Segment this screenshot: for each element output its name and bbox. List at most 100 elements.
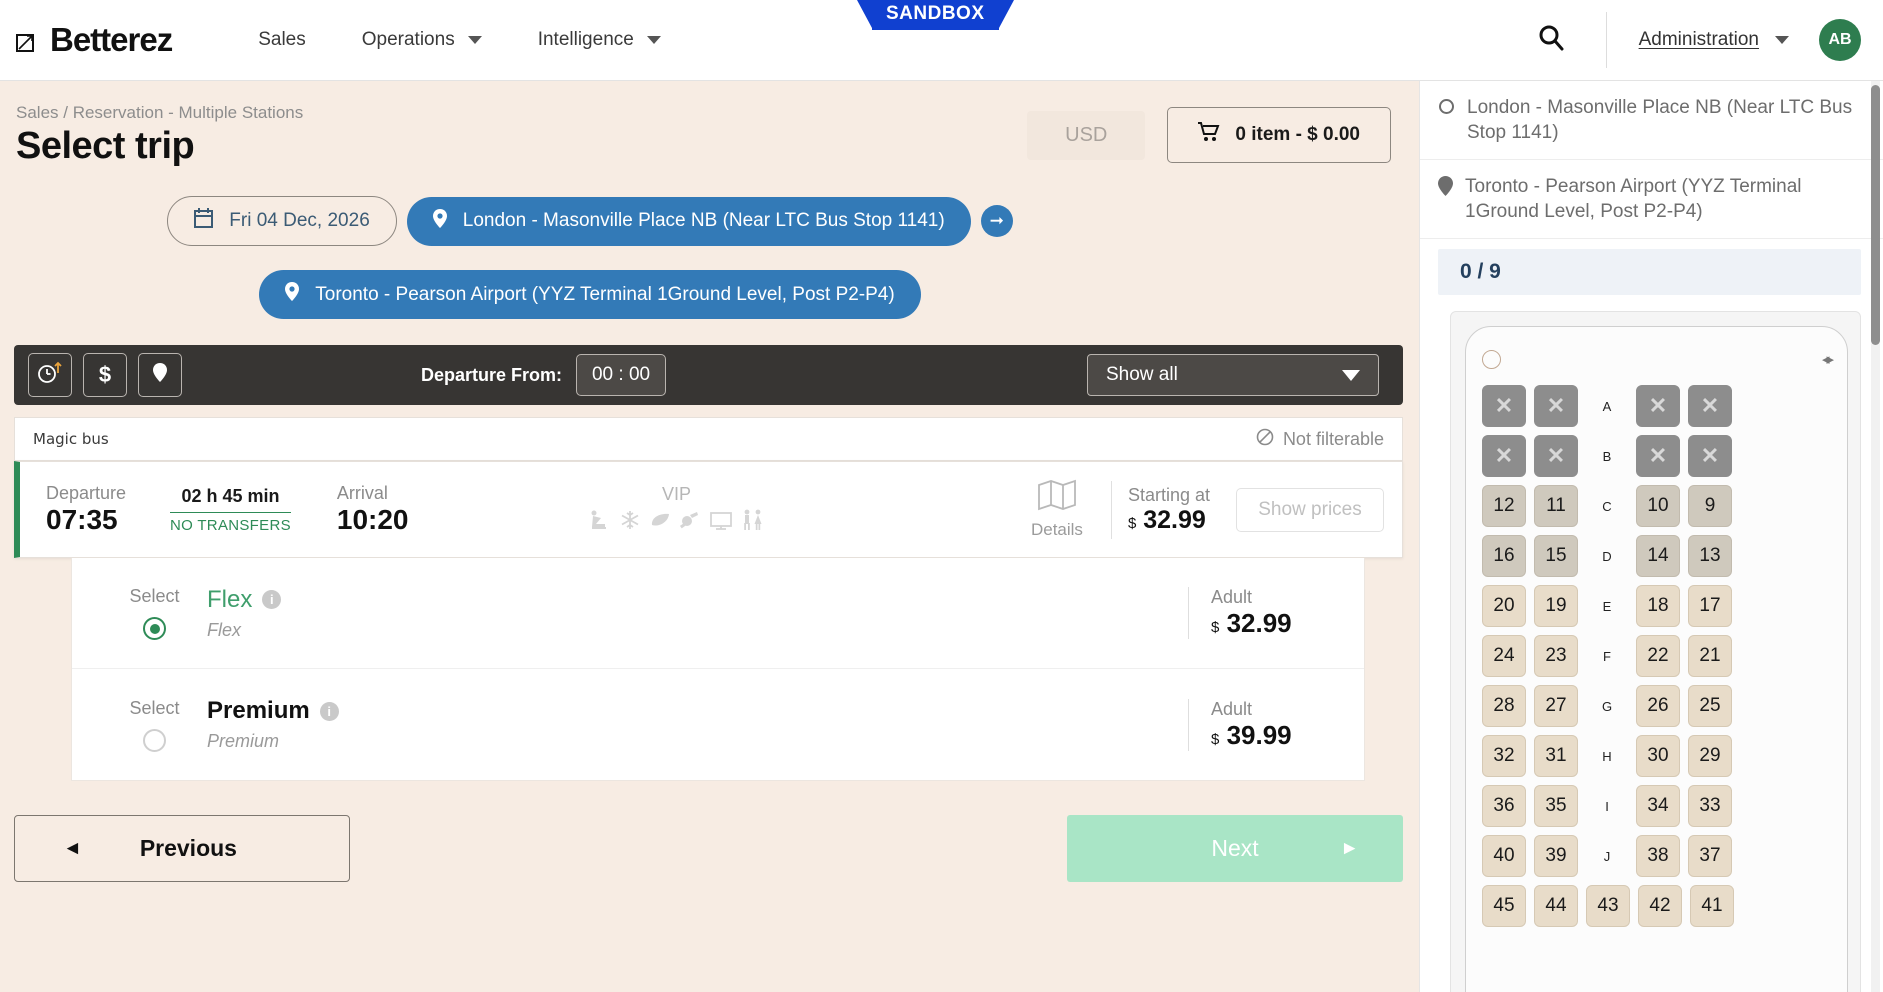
seat-row-letter: I: [1605, 798, 1609, 814]
details-button[interactable]: Details: [1011, 479, 1103, 540]
fare-select-cell: Select: [102, 586, 207, 640]
seat[interactable]: 18: [1636, 585, 1680, 628]
shopping-cart-icon: [1198, 122, 1220, 148]
search-button[interactable]: [1496, 23, 1606, 58]
amenities-block: VIP: [589, 484, 765, 536]
price-amount: 39.99: [1226, 719, 1292, 750]
avatar-initials: AB: [1828, 31, 1852, 48]
seat[interactable]: 40: [1482, 835, 1526, 878]
seat[interactable]: 37: [1688, 835, 1732, 878]
seat[interactable]: 44: [1534, 885, 1578, 928]
fare-price-cell-premium: Adult $ 39.99: [1188, 698, 1338, 751]
destination-station-row[interactable]: Toronto - Pearson Airport (YYZ Terminal …: [1420, 160, 1883, 240]
seat-row: 24 23 F 22 21: [1482, 635, 1831, 678]
info-icon[interactable]: i: [319, 701, 339, 721]
account-menu[interactable]: Administration: [1607, 29, 1819, 51]
seat[interactable]: 19: [1534, 585, 1578, 628]
map-pin-icon: [285, 282, 300, 307]
seat[interactable]: 21: [1688, 635, 1732, 678]
seat-row: 36 35 I 34 33: [1482, 785, 1831, 828]
chevron-down-icon: [467, 36, 482, 44]
seat[interactable]: 25: [1688, 685, 1732, 728]
restroom-icon: [741, 509, 765, 536]
seat[interactable]: 31: [1534, 735, 1578, 778]
info-icon[interactable]: i: [262, 590, 282, 609]
departure-block: Departure 07:35: [46, 483, 126, 536]
seat[interactable]: 29: [1688, 735, 1732, 778]
chevron-down-icon: [1342, 369, 1360, 381]
fare-price: $ 32.99: [1211, 608, 1338, 639]
seat[interactable]: 43: [1586, 885, 1630, 928]
departure-from-input[interactable]: 00 : 00: [576, 354, 667, 396]
seat[interactable]: 13: [1688, 535, 1732, 578]
cart-button[interactable]: 0 item - $ 0.00: [1167, 107, 1391, 163]
seat[interactable]: 42: [1638, 885, 1682, 928]
seat[interactable]: 45: [1482, 885, 1526, 928]
seat-row: 45 44 43 42 41: [1482, 885, 1831, 928]
fare-row-premium[interactable]: Select Premium i Premium Adult $ 39.99: [72, 669, 1364, 780]
seat[interactable]: 28: [1482, 685, 1526, 728]
seat[interactable]: 34: [1636, 785, 1680, 828]
panel-scrollbar-thumb[interactable]: [1871, 85, 1880, 345]
seat[interactable]: 10: [1636, 485, 1680, 528]
destination-pill[interactable]: Toronto - Pearson Airport (YYZ Terminal …: [259, 270, 921, 319]
seat[interactable]: 32: [1482, 735, 1526, 778]
seat[interactable]: 16: [1482, 535, 1526, 578]
sort-by-location-button[interactable]: [138, 353, 182, 397]
seat[interactable]: 41: [1690, 885, 1734, 928]
nav-item-intelligence[interactable]: Intelligence: [510, 29, 689, 51]
seat-blocked: ✕: [1482, 385, 1526, 428]
nav-item-label: Sales: [258, 29, 306, 50]
seat[interactable]: 14: [1636, 535, 1680, 578]
steering-wheel-icon: [1482, 349, 1501, 369]
seat[interactable]: 23: [1534, 635, 1578, 678]
map-pin-icon: [1438, 174, 1453, 224]
tv-monitor-icon: [709, 509, 733, 536]
seat[interactable]: 38: [1636, 835, 1680, 878]
date-pill[interactable]: Fri 04 Dec, 2026: [167, 196, 397, 246]
seat[interactable]: 24: [1482, 635, 1526, 678]
currency-symbol: $: [1211, 730, 1220, 748]
previous-label: Previous: [139, 835, 237, 861]
origin-pill[interactable]: London - Masonville Place NB (Near LTC B…: [406, 196, 971, 246]
seat[interactable]: 20: [1482, 585, 1526, 628]
filter-toolbar: $ Departure From: 00 : 00 Show all: [14, 345, 1403, 405]
seat[interactable]: 12: [1482, 485, 1526, 528]
show-all-value: Show all: [1106, 364, 1178, 385]
seat-row: 20 19 E 18 17: [1482, 585, 1831, 628]
next-button[interactable]: Next ►: [1067, 815, 1403, 882]
vip-label: VIP: [662, 483, 692, 504]
trip-summary-row[interactable]: Departure 07:35 02 h 45 min NO TRANSFERS…: [14, 461, 1403, 558]
show-prices-button[interactable]: Show prices: [1236, 487, 1384, 532]
seat[interactable]: 35: [1534, 785, 1578, 828]
seat[interactable]: 9: [1688, 485, 1732, 528]
seat[interactable]: 27: [1534, 685, 1578, 728]
show-all-dropdown[interactable]: Show all: [1087, 354, 1379, 396]
currency-selector[interactable]: USD: [1027, 110, 1146, 160]
seat[interactable]: 17: [1688, 585, 1732, 628]
seat[interactable]: 39: [1534, 835, 1578, 878]
nav-item-operations[interactable]: Operations: [334, 29, 510, 51]
starting-at-label: Starting at: [1127, 484, 1210, 505]
nav-item-sales[interactable]: Sales: [230, 29, 334, 51]
seat[interactable]: 11: [1534, 485, 1578, 528]
avatar[interactable]: AB: [1819, 19, 1861, 61]
seat[interactable]: 15: [1534, 535, 1578, 578]
fare-row-flex[interactable]: Select Flex i Flex Adult $ 32.99: [72, 558, 1364, 669]
fare-radio-premium[interactable]: [143, 728, 166, 752]
sort-by-time-button[interactable]: [28, 353, 72, 397]
seat[interactable]: 26: [1636, 685, 1680, 728]
sort-by-price-button[interactable]: $: [83, 353, 127, 397]
seat[interactable]: 30: [1636, 735, 1680, 778]
seat[interactable]: 22: [1636, 635, 1680, 678]
seat[interactable]: 36: [1482, 785, 1526, 828]
origin-station-row[interactable]: London - Masonville Place NB (Near LTC B…: [1420, 81, 1883, 161]
previous-button[interactable]: ◄ Previous: [14, 815, 350, 882]
fare-name-label: Flex: [207, 585, 253, 613]
trip-side-panel: London - Masonville Place NB (Near LTC B…: [1419, 81, 1883, 992]
fare-price-cell-flex: Adult $ 32.99: [1188, 587, 1338, 639]
seat[interactable]: 33: [1688, 785, 1732, 828]
brand-logo[interactable]: Betterez: [15, 21, 173, 59]
fare-radio-flex[interactable]: [143, 617, 166, 640]
seat-blocked: ✕: [1482, 435, 1526, 478]
